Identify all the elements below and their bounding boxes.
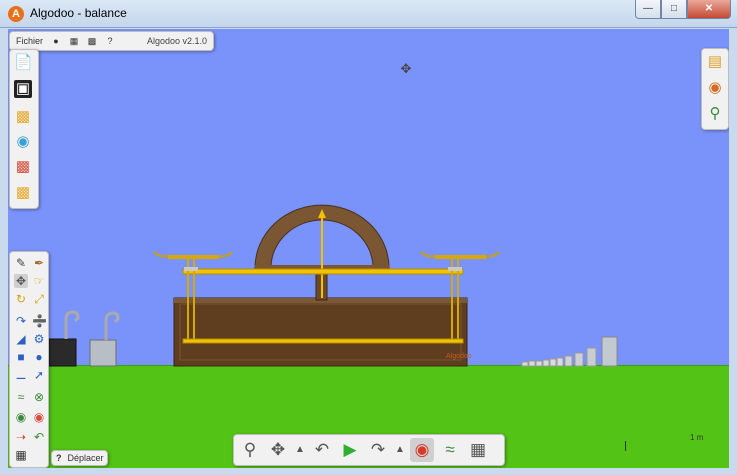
record-icon[interactable]: ● [51, 36, 61, 46]
dark-box[interactable] [48, 338, 77, 367]
weight-block[interactable] [549, 358, 557, 367]
plane-tool-icon[interactable]: ⚊ [14, 368, 28, 382]
current-tool-label: Déplacer [67, 453, 104, 463]
move-cursor-icon: ✥ [400, 61, 412, 76]
current-tool-status: ? Déplacer [51, 450, 108, 466]
balance-beam[interactable] [182, 268, 464, 275]
window-title: Algodoo - balance [30, 6, 127, 20]
laser-tool-icon[interactable]: ➝ [14, 430, 28, 444]
left-joint [184, 267, 198, 271]
up-arrow-icon[interactable]: ▲ [394, 438, 406, 462]
bottom-control-bar: ⚲ ✥ ▲ ↶ ▶ ↷ ▲ ◉ ≈ ▦ [233, 434, 505, 466]
up-arrow-icon[interactable]: ▲ [294, 438, 306, 462]
cut-tool-icon[interactable]: ✒ [32, 256, 46, 270]
minimize-button[interactable]: — [635, 0, 661, 19]
image-icon[interactable]: ▩ [87, 36, 97, 46]
open-folder-icon[interactable]: ▩ [14, 108, 32, 126]
zoom-icon[interactable]: ⚲ [706, 105, 724, 123]
knife-tool-icon[interactable]: ➗ [32, 314, 47, 328]
weight-block[interactable] [542, 359, 550, 367]
box-tool-icon[interactable]: ■ [14, 350, 28, 364]
open-scene-icon[interactable]: ▩ [14, 184, 32, 202]
gravity-icon[interactable]: ◉ [410, 438, 434, 462]
fill-tool-icon[interactable]: ▦ [14, 448, 28, 462]
right-pan[interactable] [435, 255, 486, 259]
hinge-tool-icon[interactable]: ◉ [14, 410, 28, 424]
scale-tick [625, 441, 626, 451]
browse-scenes-icon[interactable]: ◉ [14, 133, 32, 151]
phunlets-icon[interactable]: ▩ [14, 158, 32, 176]
circle-tool-icon[interactable]: ● [32, 350, 46, 364]
menu-fichier[interactable]: Fichier [16, 36, 43, 46]
tool-help-icon[interactable]: ? [56, 453, 62, 463]
weight-block[interactable] [556, 357, 564, 367]
film-icon[interactable]: ▦ [69, 36, 79, 46]
weight-block[interactable] [586, 347, 597, 367]
fixate-tool-icon[interactable]: ⊗ [32, 390, 46, 404]
drag-tool-icon[interactable]: ☞ [32, 274, 46, 288]
colors-icon[interactable]: ◉ [706, 79, 724, 97]
save-icon[interactable]: ▣ [14, 80, 32, 98]
algodoo-watermark: Algodoo [446, 353, 472, 360]
rope-tool-icon[interactable]: ↷ [14, 314, 28, 328]
chain-tool-icon[interactable]: ➚ [32, 368, 46, 382]
version-label: Algodoo v2.1.0 [146, 36, 207, 46]
light-box-hook[interactable] [104, 311, 120, 340]
light-box[interactable] [89, 339, 117, 367]
redo-icon[interactable]: ↷ [366, 438, 390, 462]
gear-tool-icon[interactable]: ⚙ [32, 332, 46, 346]
spring-tool-icon[interactable]: ≈ [14, 390, 28, 404]
right-panel: ▤ ◉ ⚲ [701, 48, 729, 130]
balance-base[interactable] [173, 297, 468, 367]
weight-block[interactable] [528, 360, 536, 367]
weight-block[interactable] [521, 361, 529, 367]
options-icon[interactable]: ▤ [706, 53, 724, 71]
scene-drawing: Algodoo [48, 204, 618, 367]
undo-icon[interactable]: ↶ [310, 438, 334, 462]
pan-icon[interactable]: ✥ [266, 438, 290, 462]
top-menu-bar: Fichier ● ▦ ▩ ? Algodoo v2.1.0 [9, 31, 214, 51]
tracer-tool-icon[interactable]: ◉ [32, 410, 46, 424]
rotate-tool-icon[interactable]: ↻ [14, 292, 28, 306]
weight-block[interactable] [564, 355, 573, 367]
scale-label: 1 m [690, 433, 704, 442]
thruster-tool-icon[interactable]: ↶ [32, 430, 46, 444]
tools-panel: ✎ ✒ ✥ ☞ ↻ ⤢ ↷ ➗ ◢ ⚙ ■ ● ⚊ ➚ ≈ ⊗ ◉ ◉ ➝ ↶ … [9, 251, 49, 468]
algodoo-logo-icon: A [8, 6, 24, 22]
weight-block[interactable] [574, 352, 584, 367]
title-bar: A Algodoo - balance — □ ✕ [0, 0, 737, 28]
play-icon[interactable]: ▶ [338, 438, 362, 462]
sketch-tool-icon[interactable]: ✎ [14, 256, 28, 270]
simulation-canvas[interactable]: Algodoo ✥ Fichier ● ▦ ▩ ? Algodoo v2.1.0… [8, 29, 729, 468]
right-joint [448, 267, 462, 271]
close-button[interactable]: ✕ [687, 0, 731, 19]
left-pan[interactable] [168, 255, 219, 259]
dark-box-hook[interactable] [64, 310, 80, 339]
file-panel: 📄 ▣ ▩ ◉ ▩ ▩ [9, 49, 39, 209]
lower-bar[interactable] [182, 338, 464, 344]
window-controls: — □ ✕ [635, 0, 731, 20]
weight-block[interactable] [535, 360, 543, 367]
new-scene-icon[interactable]: 📄 [14, 54, 33, 72]
maximize-button[interactable]: □ [661, 0, 687, 19]
air-icon[interactable]: ≈ [438, 438, 462, 462]
help-icon[interactable]: ? [105, 36, 115, 46]
polygon-tool-icon[interactable]: ◢ [14, 332, 28, 346]
grid-icon[interactable]: ▦ [466, 438, 490, 462]
scale-tool-icon[interactable]: ⤢ [32, 292, 46, 306]
move-tool-icon[interactable]: ✥ [14, 274, 28, 288]
zoom-icon[interactable]: ⚲ [238, 438, 262, 462]
weight-block[interactable] [601, 336, 618, 367]
